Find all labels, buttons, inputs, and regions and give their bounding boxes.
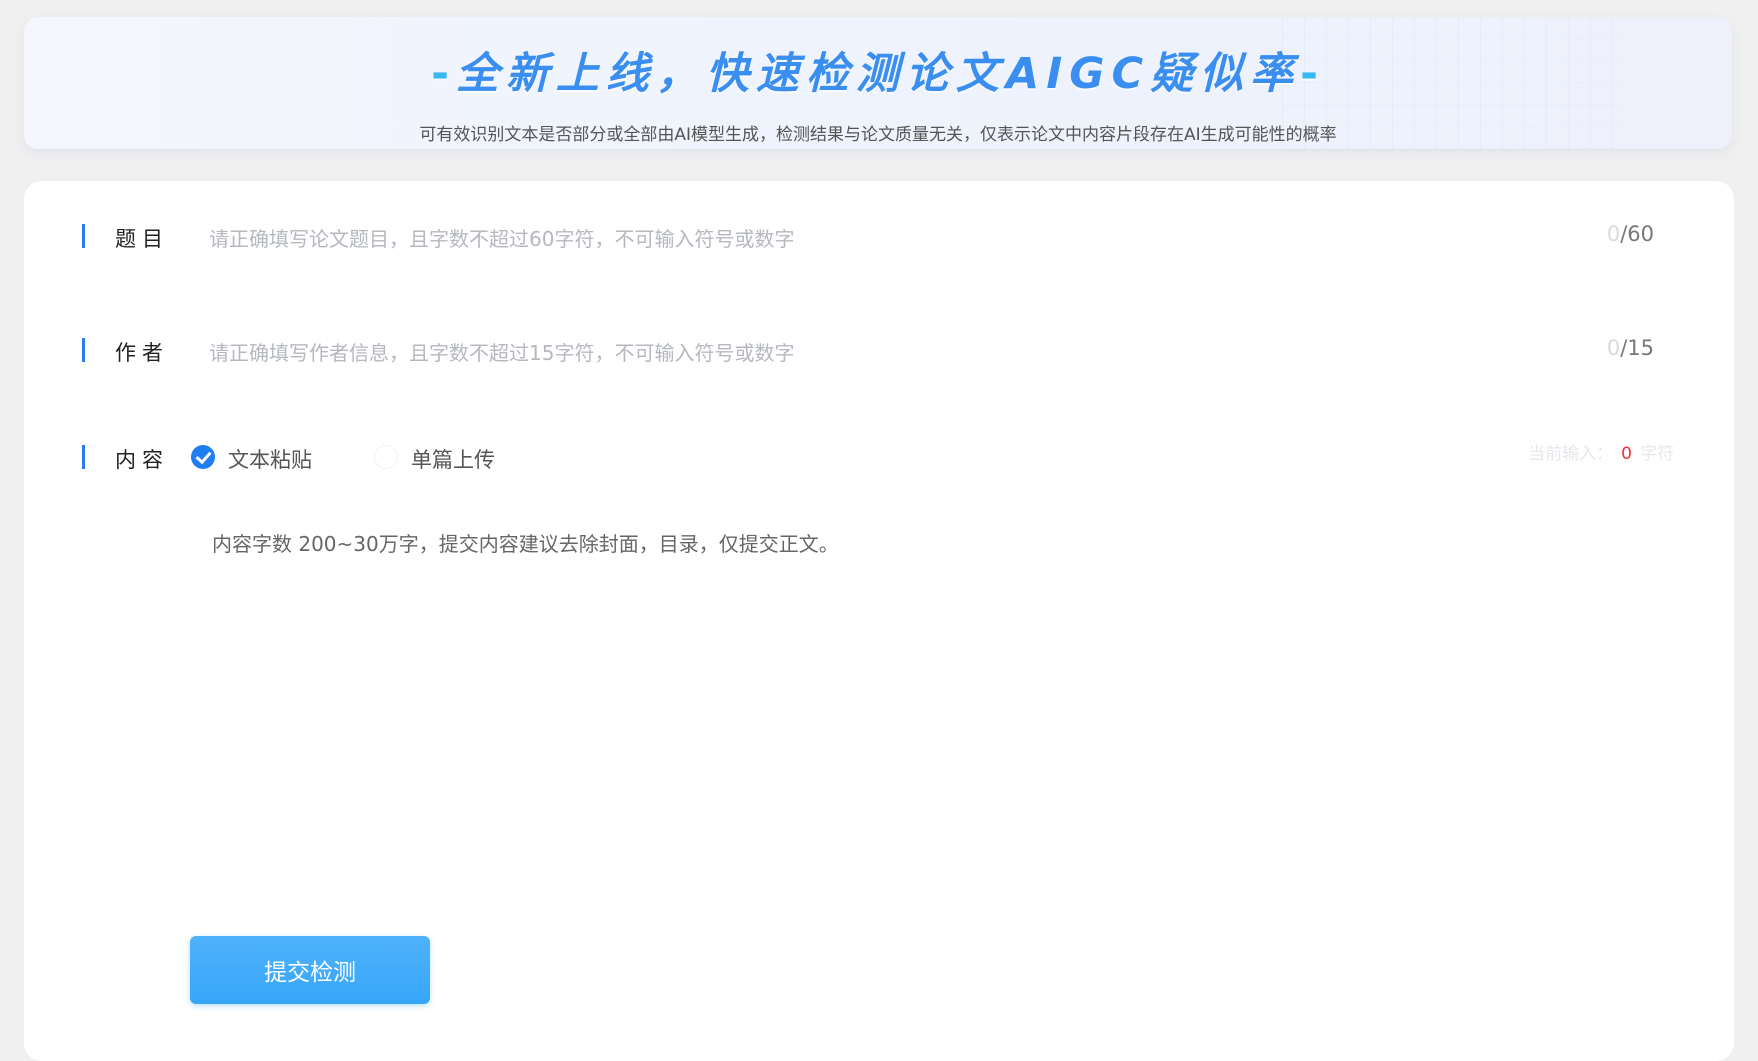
char-count-unit: 字符	[1640, 444, 1674, 464]
title-label: 题目	[115, 227, 169, 251]
title-text: 全新上线，快速检测论文AIGC疑似率	[455, 49, 1301, 99]
radio-text-paste-label: 文本粘贴	[228, 448, 312, 472]
submit-button[interactable]: 提交检测	[190, 936, 430, 1004]
author-marker	[82, 338, 85, 362]
char-count-value: 0	[1621, 444, 1632, 464]
author-row: 作者 请正确填写作者信息，且字数不超过15字符，不可输入符号或数字 0/15	[24, 330, 1734, 370]
title-row: 题目 请正确填写论文题目，且字数不超过60字符，不可输入符号或数字 0/60	[24, 216, 1734, 256]
banner: -全新上线，快速检测论文AIGC疑似率- 可有效识别文本是否部分或全部由AI模型…	[24, 17, 1732, 149]
title-dash-left: -	[431, 49, 456, 99]
title-input[interactable]: 请正确填写论文题目，且字数不超过60字符，不可输入符号或数字	[209, 223, 794, 252]
form-card: 题目 请正确填写论文题目，且字数不超过60字符，不可输入符号或数字 0/60 作…	[24, 181, 1734, 1061]
radio-unchecked-icon	[374, 445, 398, 469]
author-count-current: 0	[1606, 336, 1621, 360]
title-counter: 0/60	[1607, 222, 1654, 246]
author-count-max: /15	[1620, 336, 1654, 360]
radio-single-upload-label: 单篇上传	[411, 448, 495, 472]
author-counter: 0/15	[1607, 336, 1654, 360]
content-textarea[interactable]: 内容字数 200~30万字，提交内容建议去除封面，目录，仅提交正文。	[212, 528, 839, 557]
content-label: 内容	[115, 448, 169, 472]
author-input[interactable]: 请正确填写作者信息，且字数不超过15字符，不可输入符号或数字	[209, 337, 794, 366]
title-count-max: /60	[1620, 222, 1654, 246]
author-label: 作者	[115, 341, 169, 365]
char-count: 当前输入： 0 字符	[1528, 439, 1674, 464]
content-marker	[82, 445, 85, 469]
radio-checked-icon	[191, 445, 215, 469]
banner-title: -全新上线，快速检测论文AIGC疑似率-	[24, 39, 1732, 101]
content-row: 内容 文本粘贴 单篇上传 当前输入： 0 字符	[24, 437, 1734, 477]
char-count-prefix: 当前输入：	[1528, 444, 1614, 464]
title-marker	[82, 224, 85, 248]
title-count-current: 0	[1606, 222, 1621, 246]
banner-subtitle: 可有效识别文本是否部分或全部由AI模型生成，检测结果与论文质量无关，仅表示论文中…	[419, 125, 1337, 145]
title-dash-right: -	[1300, 49, 1325, 99]
